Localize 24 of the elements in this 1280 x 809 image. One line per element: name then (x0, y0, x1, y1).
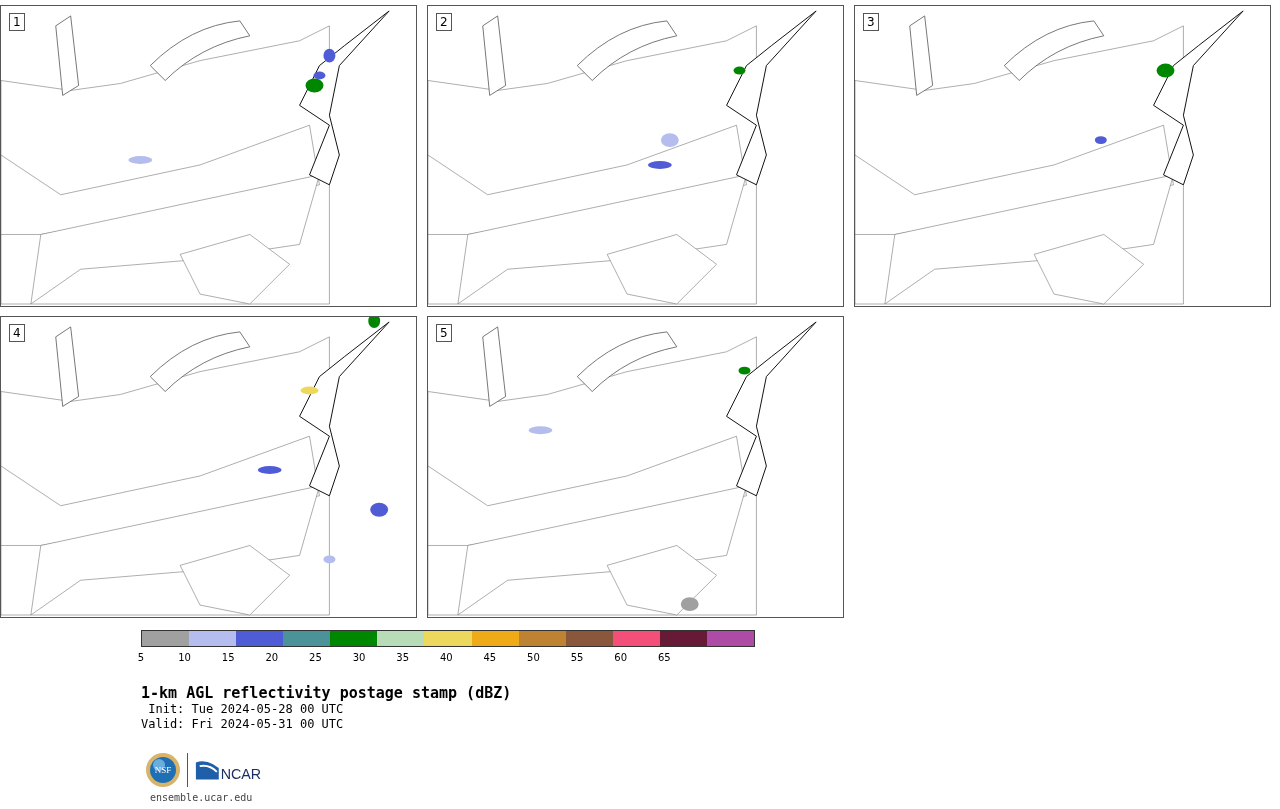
tick-label: 20 (265, 652, 279, 663)
nsf-logo: NSF (145, 752, 181, 788)
tick-label: 35 (396, 652, 409, 663)
init-time: Init: Tue 2024-05-28 00 UTC (147, 702, 345, 717)
tick-label: 55 (570, 652, 584, 663)
panel-number: 2 (436, 13, 452, 31)
tick-label: 25 (309, 652, 322, 663)
panel-number: 1 (9, 13, 25, 31)
tick-label: 45 (483, 652, 497, 663)
panel-number: 4 (9, 324, 25, 342)
tick-label: 60 (614, 652, 628, 663)
tick-label: 5 (137, 652, 145, 663)
tick-label: 50 (527, 652, 540, 663)
valid-time: Valid: Fri 2024-05-31 00 UTC (141, 717, 345, 732)
panel-number: 3 (863, 13, 879, 31)
tick-label: 40 (439, 652, 453, 663)
tick-label: 30 (352, 652, 366, 663)
ncar-logo: NCAR (194, 756, 274, 784)
tick-label: 65 (657, 652, 671, 663)
tick-label: 10 (178, 652, 191, 663)
panel-number: 5 (436, 324, 452, 342)
tick-label: 15 (221, 652, 235, 663)
website-url: ensemble.ucar.edu (150, 792, 254, 804)
plot-title: 1-km AGL reflectivity postage stamp (dBZ) (141, 684, 513, 702)
